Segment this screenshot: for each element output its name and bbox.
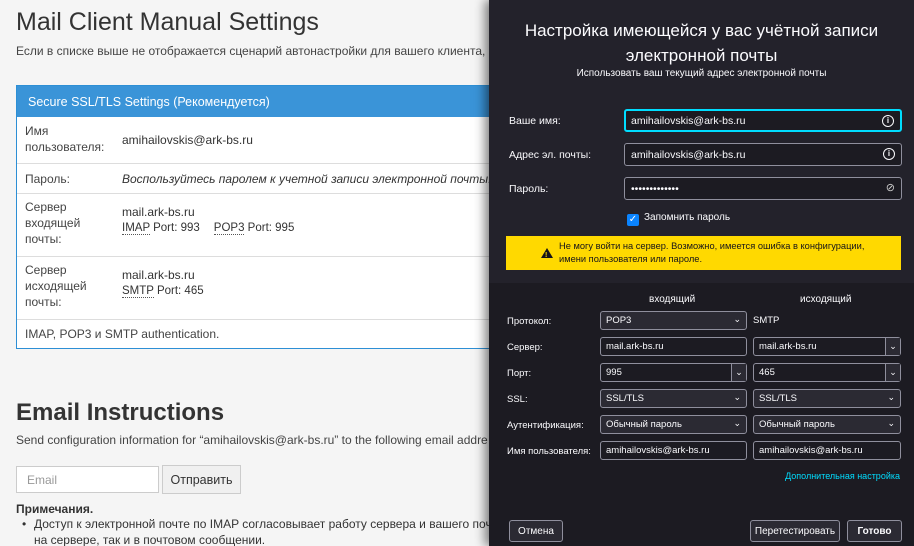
outgoing-row: Сервер исходящей почты: mail.ark-bs.ru S… bbox=[17, 257, 495, 320]
ssl-incoming-select[interactable]: SSL/TLS ⌄ bbox=[600, 389, 747, 408]
ssl-label: SSL: bbox=[507, 394, 528, 405]
ssl-outgoing-value: SSL/TLS bbox=[759, 393, 798, 404]
checkmark-icon: ✓ bbox=[627, 214, 639, 226]
auth-incoming-select[interactable]: Обычный пароль ⌄ bbox=[600, 415, 747, 434]
username-label: Имя пользователя: bbox=[25, 124, 105, 154]
password-input[interactable]: ••••••••••••• ⊘ bbox=[624, 177, 902, 200]
auth-outgoing-value: Обычный пароль bbox=[759, 419, 835, 430]
imap-abbr: IMAP bbox=[122, 222, 150, 235]
chevron-down-icon[interactable]: ⌄ bbox=[885, 364, 900, 381]
ssl-settings-panel: Secure SSL/TLS Settings (Рекомендуется) … bbox=[16, 85, 496, 349]
auth-incoming-value: Обычный пароль bbox=[606, 419, 682, 430]
protocol-incoming-value: POP3 bbox=[606, 315, 632, 326]
port-label: Порт: bbox=[507, 368, 532, 379]
port-outgoing-value: 465 bbox=[759, 367, 775, 378]
email-instructions-text: Send configuration information for “amih… bbox=[16, 433, 488, 447]
done-button[interactable]: Готово bbox=[847, 520, 902, 542]
email-address-input[interactable]: amihailovskis@ark-bs.ru i bbox=[624, 143, 902, 166]
chevron-down-icon: ⌄ bbox=[733, 418, 741, 428]
password-hint: Воспользуйтесь паролем к учетной записи … bbox=[122, 172, 492, 186]
dialog-title: Настройка имеющейся у вас учётной записи… bbox=[524, 21, 879, 65]
chevron-down-icon: ⌄ bbox=[733, 392, 741, 402]
advanced-config-link[interactable]: Дополнительная настройка bbox=[785, 471, 900, 481]
info-icon[interactable]: i bbox=[882, 115, 894, 127]
account-setup-dialog: Настройка имеющейся у вас учётной записи… bbox=[489, 0, 914, 546]
outgoing-column-header: исходящий bbox=[800, 294, 852, 305]
info-icon[interactable]: i bbox=[883, 148, 895, 160]
eye-slash-icon[interactable]: ⊘ bbox=[886, 181, 895, 194]
chevron-down-icon[interactable]: ⌄ bbox=[885, 338, 900, 355]
warning-banner: Не могу войти на сервер. Возможно, имеет… bbox=[506, 236, 901, 270]
warning-text: Не могу войти на сервер. Возможно, имеет… bbox=[559, 241, 865, 264]
email-input[interactable] bbox=[16, 466, 159, 493]
username-outgoing-input[interactable]: amihailovskis@ark-bs.ru bbox=[753, 441, 901, 460]
protocol-incoming-select[interactable]: POP3 ⌄ bbox=[600, 311, 747, 330]
page-title: Mail Client Manual Settings bbox=[16, 8, 319, 36]
remember-password-checkbox[interactable]: ✓ Запомнить пароль bbox=[627, 212, 730, 226]
warning-icon bbox=[541, 248, 553, 262]
port-outgoing-combo[interactable]: 465 ⌄ bbox=[753, 363, 901, 382]
retest-button[interactable]: Перетестировать bbox=[750, 520, 840, 542]
remember-label: Запомнить пароль bbox=[644, 212, 731, 223]
incoming-column-header: входящий bbox=[649, 294, 696, 305]
email-value: amihailovskis@ark-bs.ru bbox=[631, 149, 746, 161]
incoming-row: Сервер входящей почты: mail.ark-bs.ru IM… bbox=[17, 194, 495, 257]
pop3-port: Port: 995 bbox=[244, 222, 295, 234]
ssl-outgoing-select[interactable]: SSL/TLS ⌄ bbox=[753, 389, 901, 408]
auth-outgoing-select[interactable]: Обычный пароль ⌄ bbox=[753, 415, 901, 434]
password-row: Пароль: Воспользуйтесь паролем к учетной… bbox=[17, 164, 495, 194]
pop3-abbr: POP3 bbox=[213, 222, 245, 235]
protocol-label: Протокол: bbox=[507, 316, 552, 327]
protocol-outgoing-value: SMTP bbox=[753, 315, 780, 326]
panel-title: Secure SSL/TLS Settings (Рекомендуется) bbox=[17, 86, 495, 117]
username-value: amihailovskis@ark-bs.ru bbox=[122, 133, 253, 147]
dialog-subtitle: Использовать ваш текущий адрес электронн… bbox=[576, 68, 827, 79]
ssl-incoming-value: SSL/TLS bbox=[606, 393, 645, 404]
chevron-down-icon[interactable]: ⌄ bbox=[731, 364, 746, 381]
username-row: Имя пользователя: amihailovskis@ark-bs.r… bbox=[17, 117, 495, 164]
email-instructions-title: Email Instructions bbox=[16, 399, 225, 426]
password-label: Пароль: bbox=[509, 183, 549, 195]
incoming-ports: IMAP Port: 993 POP3 Port: 995 bbox=[122, 220, 294, 236]
outgoing-label: Сервер исходящей почты: bbox=[25, 263, 87, 309]
password-value: ••••••••••••• bbox=[631, 183, 679, 195]
smtp-abbr: SMTP bbox=[122, 285, 154, 298]
server-outgoing-combo[interactable]: mail.ark-bs.ru ⌄ bbox=[753, 337, 901, 356]
password-label: Пароль: bbox=[25, 172, 70, 186]
send-button[interactable]: Отправить bbox=[162, 465, 241, 494]
chevron-down-icon: ⌄ bbox=[733, 314, 741, 324]
auth-label: Аутентификация: bbox=[507, 420, 584, 431]
username-incoming-input[interactable]: amihailovskis@ark-bs.ru bbox=[600, 441, 747, 460]
smtp-port: Port: 465 bbox=[153, 285, 204, 297]
imap-port: Port: 993 bbox=[149, 222, 200, 234]
note-item: Доступ к электронной почте по IMAP согла… bbox=[22, 516, 504, 546]
auth-note: IMAP, POP3 и SMTP authentication. bbox=[25, 327, 220, 341]
incoming-label: Сервер входящей почты: bbox=[25, 200, 81, 246]
dialog-header-area: Настройка имеющейся у вас учётной записи… bbox=[489, 0, 914, 283]
auth-row: IMAP, POP3 и SMTP authentication. bbox=[17, 320, 495, 348]
chevron-down-icon: ⌄ bbox=[887, 392, 895, 402]
cancel-button[interactable]: Отмена bbox=[509, 520, 563, 542]
chevron-down-icon: ⌄ bbox=[887, 418, 895, 428]
port-incoming-combo[interactable]: 995 ⌄ bbox=[600, 363, 747, 382]
outgoing-ports: SMTP Port: 465 bbox=[122, 283, 204, 299]
port-incoming-value: 995 bbox=[606, 367, 622, 378]
server-label: Сервер: bbox=[507, 342, 543, 353]
incoming-host: mail.ark-bs.ru bbox=[122, 205, 195, 219]
name-label: Ваше имя: bbox=[509, 115, 561, 127]
name-input[interactable]: amihailovskis@ark-bs.ru i bbox=[624, 109, 902, 132]
email-label: Адрес эл. почты: bbox=[509, 149, 592, 161]
page-subtitle: Если в списке выше не отображается сцена… bbox=[16, 44, 519, 58]
server-incoming-input[interactable]: mail.ark-bs.ru bbox=[600, 337, 747, 356]
mail-username-label: Имя пользователя: bbox=[507, 446, 591, 457]
outgoing-host: mail.ark-bs.ru bbox=[122, 268, 195, 282]
server-outgoing-value: mail.ark-bs.ru bbox=[759, 341, 817, 352]
notes-heading: Примечания. bbox=[16, 502, 94, 516]
name-value: amihailovskis@ark-bs.ru bbox=[631, 115, 746, 127]
